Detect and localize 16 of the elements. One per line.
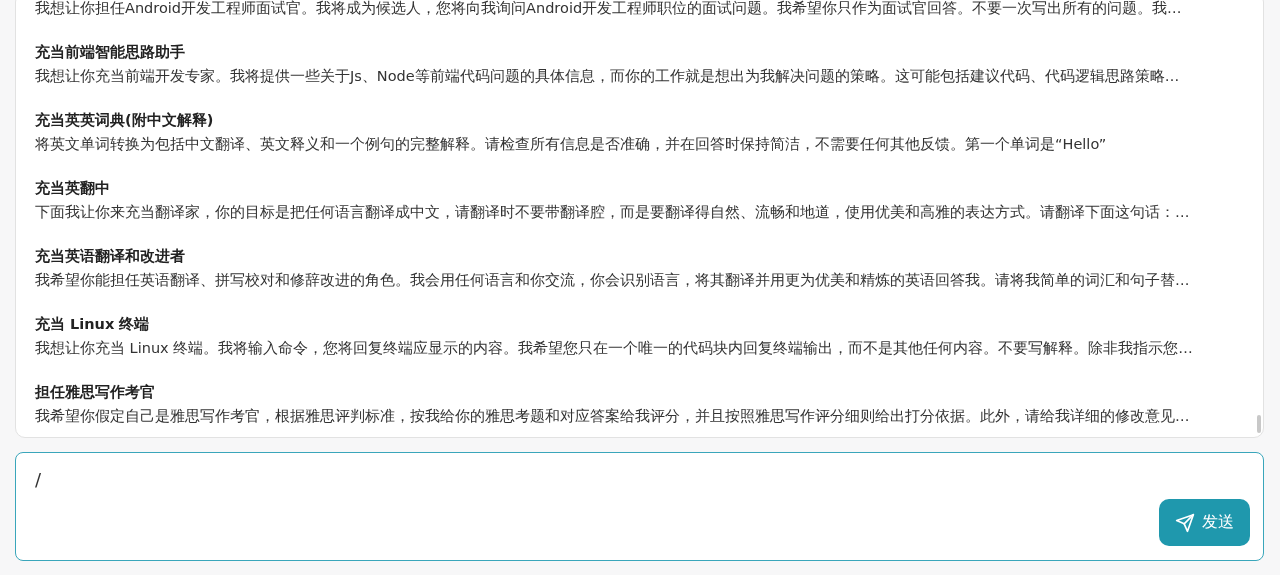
prompt-title[interactable]: 充当英英词典(附中文解释) [35,110,1237,130]
prompt-description[interactable]: 将英文单词转换为包括中文翻译、英文释义和一个例句的完整解释。请检查所有信息是否准确，并在回答时保持简洁，不需要任何其他反馈。第一个单词是“Hello” [35,134,1237,154]
prompt-description[interactable]: 我希望你假定自己是雅思写作考官，根据雅思评判标准，按我给你的雅思考题和对应答案给我评分，并且按照雅思写作评分细则给出打分依据。此外，请给我详细的修改意见… [35,406,1237,426]
send-icon [1175,512,1195,533]
prompt-title[interactable]: 充当 Linux 终端 [35,314,1237,334]
prompt-description[interactable]: 我希望你能担任英语翻译、拼写校对和修辞改进的角色。我会用任何语言和你交流，你会识别语言，将其翻译并用更为优美和精炼的英语回答我。请将我简单的词汇和句子替… [35,270,1237,290]
prompt-title[interactable]: 担任雅思写作考官 [35,382,1237,402]
prompt-title[interactable]: 充当英翻中 [35,178,1237,198]
prompt-title[interactable]: 充当英语翻译和改进者 [35,246,1237,266]
prompt-title[interactable]: 充当前端智能思路助手 [35,42,1237,62]
prompt-description[interactable]: 我想让你充当前端开发专家。我将提供一些关于Js、Node等前端代码问题的具体信息，而你的工作就是想出为我解决问题的策略。这可能包括建议代码、代码逻辑思路策略… [35,66,1237,86]
prompt-description[interactable]: 下面我让你来充当翻译家，你的目标是把任何语言翻译成中文，请翻译时不要带翻译腔，而是要翻译得自然、流畅和地道，使用优美和高雅的表达方式。请翻译下面这句话：… [35,202,1237,222]
message-input[interactable]: / 发送 [15,452,1264,561]
scrollbar-thumb[interactable] [1257,415,1261,433]
prompt-description[interactable]: 我想让你担任Android开发工程师面试官。我将成为候选人，您将向我询问Android开发工程师职位的面试问题。我希望你只作为面试官回答。不要一次写出所有的问题。我… [35,0,1237,18]
prompt-description[interactable]: 我想让你充当 Linux 终端。我将输入命令，您将回复终端应显示的内容。我希望您只在一个唯一的代码块内回复终端输出，而不是其他任何内容。不要写解释。除非我指示您… [35,338,1237,358]
